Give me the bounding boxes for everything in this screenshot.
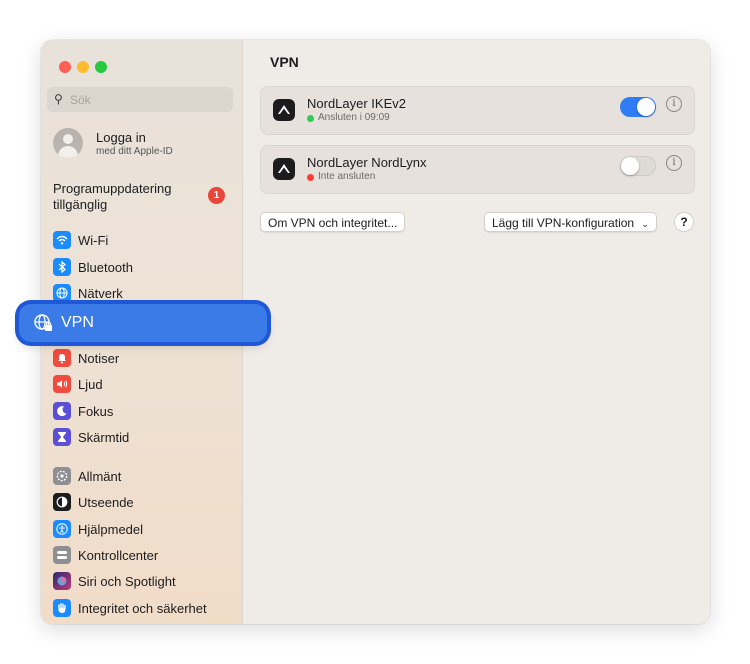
software-update-item[interactable]: Programuppdatering tillgänglig <box>53 181 193 213</box>
speaker-icon <box>53 375 71 393</box>
sidebar-item-label: Utseende <box>78 494 134 510</box>
sidebar-item-accessibility[interactable]: Hjälpmedel <box>53 518 143 540</box>
connection-status: Inte ansluten <box>318 171 376 182</box>
sidebar-item-general[interactable]: Allmänt <box>53 465 121 487</box>
sidebar-item-privacy-security[interactable]: Integritet och säkerhet <box>53 597 207 619</box>
close-window-button[interactable] <box>59 61 71 73</box>
avatar <box>53 128 83 158</box>
chevron-down-icon: ⌄ <box>641 219 649 229</box>
status-dot-icon <box>307 115 314 122</box>
sidebar-item-label: VPN <box>61 314 94 331</box>
zoom-window-button[interactable] <box>95 61 107 73</box>
vpn-connection-row: NordLayer NordLynx Inte ansluten i <box>260 145 695 194</box>
connection-toggle[interactable] <box>620 156 656 176</box>
page-title: VPN <box>270 54 299 70</box>
sidebar-item-label: Integritet och säkerhet <box>78 600 207 616</box>
sidebar-item-label: Ljud <box>78 376 103 392</box>
connection-status: Ansluten i 09:09 <box>318 112 390 123</box>
add-vpn-label: Lägg till VPN-konfiguration <box>492 216 635 230</box>
connection-name: NordLayer IKEv2 <box>307 96 406 111</box>
sidebar-item-label: Allmänt <box>78 468 122 484</box>
hourglass-icon <box>53 428 71 446</box>
sidebar-item-control-center[interactable]: Kontrollcenter <box>53 544 158 566</box>
sidebar-item-notifications[interactable]: Notiser <box>53 347 119 369</box>
gear-icon <box>53 467 71 485</box>
search-icon: ⚲ <box>54 92 63 106</box>
sidebar-item-sound[interactable]: Ljud <box>53 373 103 395</box>
account-subtitle: med ditt Apple-ID <box>96 146 173 157</box>
sidebar-item-screen-time[interactable]: Skärmtid <box>53 426 129 448</box>
sidebar-item-label: Hjälpmedel <box>78 521 144 537</box>
vpn-connection-row: NordLayer IKEv2 Ansluten i 09:09 i <box>260 86 695 135</box>
siri-icon <box>53 572 71 590</box>
wifi-icon <box>53 231 71 249</box>
accessibility-icon <box>53 520 71 538</box>
connection-toggle[interactable] <box>620 97 656 117</box>
appearance-icon <box>53 493 71 511</box>
sidebar-item-vpn[interactable]: VPN <box>19 304 267 342</box>
sidebar-item-network[interactable]: Nätverk <box>53 282 123 304</box>
info-icon[interactable]: i <box>666 155 682 171</box>
sidebar-item-label: Bluetooth <box>78 259 133 275</box>
sidebar-item-label: Wi-Fi <box>78 232 109 248</box>
globe-icon <box>53 284 71 302</box>
about-vpn-privacy-button[interactable]: Om VPN och integritet... <box>260 212 406 232</box>
sidebar-item-label: Notiser <box>78 350 120 366</box>
search-placeholder: Sök <box>70 93 91 107</box>
hand-icon <box>53 599 71 617</box>
status-dot-icon <box>307 174 314 181</box>
sidebar-item-siri-spotlight[interactable]: Siri och Spotlight <box>53 570 176 592</box>
sidebar-item-label: Skärmtid <box>78 429 130 445</box>
help-button[interactable]: ? <box>674 212 694 232</box>
bluetooth-icon <box>53 258 71 276</box>
sidebar-item-appearance[interactable]: Utseende <box>53 491 134 513</box>
connection-name: NordLayer NordLynx <box>307 155 427 170</box>
update-badge: 1 <box>208 187 225 204</box>
sidebar-item-wifi[interactable]: Wi-Fi <box>53 229 108 251</box>
sidebar-item-label: Fokus <box>78 403 114 419</box>
nordlayer-logo-icon <box>273 158 295 180</box>
vpn-globe-icon <box>32 312 54 334</box>
moon-icon <box>53 402 71 420</box>
bell-icon <box>53 349 71 367</box>
add-vpn-configuration-button[interactable]: Lägg till VPN-konfiguration ⌄ <box>484 212 657 232</box>
sidebar-item-bluetooth[interactable]: Bluetooth <box>53 256 133 278</box>
info-icon[interactable]: i <box>666 96 682 112</box>
control-center-icon <box>53 546 71 564</box>
sidebar-item-label: Nätverk <box>78 285 123 301</box>
sidebar-item-label: Kontrollcenter <box>78 547 159 563</box>
sidebar-item-label: Siri och Spotlight <box>78 573 176 589</box>
account-title: Logga in <box>96 130 146 145</box>
sidebar-item-focus[interactable]: Fokus <box>53 400 113 422</box>
search-input[interactable]: ⚲ Sök <box>47 87 233 112</box>
minimize-window-button[interactable] <box>77 61 89 73</box>
nordlayer-logo-icon <box>273 99 295 121</box>
